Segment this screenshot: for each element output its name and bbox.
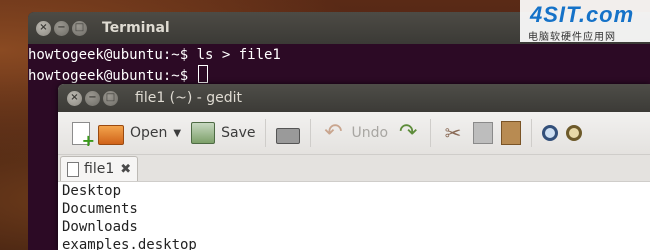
undo-button[interactable]: ↶ Undo [317, 117, 392, 149]
toolbar-separator [430, 119, 432, 147]
redo-arrow-icon: ↷ [398, 120, 418, 145]
copy-button[interactable] [469, 117, 497, 149]
tab-label: file1 [84, 161, 115, 177]
watermark-sub-text: 电脑软硬件应用网 [528, 32, 616, 43]
find-replace-button[interactable] [562, 117, 586, 149]
print-button[interactable] [272, 117, 304, 149]
folder-open-icon [98, 125, 124, 145]
printer-icon [276, 128, 301, 144]
text-editor-area[interactable]: Desktop Documents Downloads examples.des… [58, 182, 650, 250]
undo-arrow-icon: ↶ [324, 120, 343, 145]
open-recent-dropdown-icon[interactable]: ▼ [173, 128, 181, 139]
find-replace-icon [566, 125, 583, 141]
document-icon [67, 161, 79, 177]
maximize-icon[interactable]: □ [103, 90, 118, 106]
site-watermark-logo: 4SIT.com 电脑软硬件应用网 [520, 0, 650, 43]
terminal-prompt: howtogeek@ubuntu:~$ [28, 68, 197, 84]
undo-button-label: Undo [351, 125, 389, 141]
new-document-button[interactable] [64, 117, 95, 150]
close-icon[interactable]: × [67, 90, 82, 106]
copy-icon [473, 122, 494, 144]
document-line: examples.desktop [62, 237, 197, 250]
document-line: Desktop [62, 183, 122, 199]
toolbar-separator [265, 119, 267, 147]
maximize-icon[interactable]: □ [72, 20, 87, 36]
redo-button[interactable]: ↷ [392, 117, 424, 149]
open-button[interactable]: Open [94, 117, 171, 149]
tab-file1[interactable]: file1 ✖ [60, 156, 139, 181]
document-line: Downloads [62, 219, 138, 235]
gedit-titlebar[interactable]: × − □ file1 (~) - gedit [58, 84, 650, 112]
find-button[interactable] [538, 117, 562, 149]
text-cursor [197, 65, 208, 83]
gedit-window[interactable]: × − □ file1 (~) - gedit Open ▼ Save ↶ Un… [58, 84, 650, 250]
toolbar-separator [531, 119, 533, 147]
terminal-output[interactable]: howtogeek@ubuntu:~$ ls > file1 howtogeek… [28, 44, 650, 86]
open-button-label: Open [130, 125, 168, 141]
document-line: Documents [62, 201, 138, 217]
cut-button[interactable]: ✂ [437, 117, 469, 149]
toolbar-separator [310, 119, 312, 147]
gedit-title: file1 (~) - gedit [135, 90, 243, 106]
minimize-icon[interactable]: − [85, 90, 100, 106]
close-tab-icon[interactable]: ✖ [120, 162, 131, 177]
terminal-prompt-line[interactable]: howtogeek@ubuntu:~$ [28, 65, 650, 86]
paste-button[interactable] [497, 117, 525, 149]
new-document-icon [72, 121, 95, 150]
save-icon [191, 122, 216, 144]
terminal-line: howtogeek@ubuntu:~$ ls > file1 [28, 47, 281, 63]
terminal-title: Terminal [102, 20, 170, 36]
save-button[interactable]: Save [187, 117, 259, 149]
scissors-icon: ✂ [444, 121, 462, 145]
save-button-label: Save [221, 125, 256, 141]
clipboard-icon [501, 121, 522, 145]
close-icon[interactable]: × [36, 20, 51, 36]
watermark-main-text: 4SIT.com [530, 2, 635, 27]
document-tabbar: file1 ✖ [58, 155, 650, 182]
magnifier-icon [542, 125, 559, 141]
minimize-icon[interactable]: − [54, 20, 69, 36]
gedit-toolbar: Open ▼ Save ↶ Undo ↷ ✂ [58, 112, 650, 155]
